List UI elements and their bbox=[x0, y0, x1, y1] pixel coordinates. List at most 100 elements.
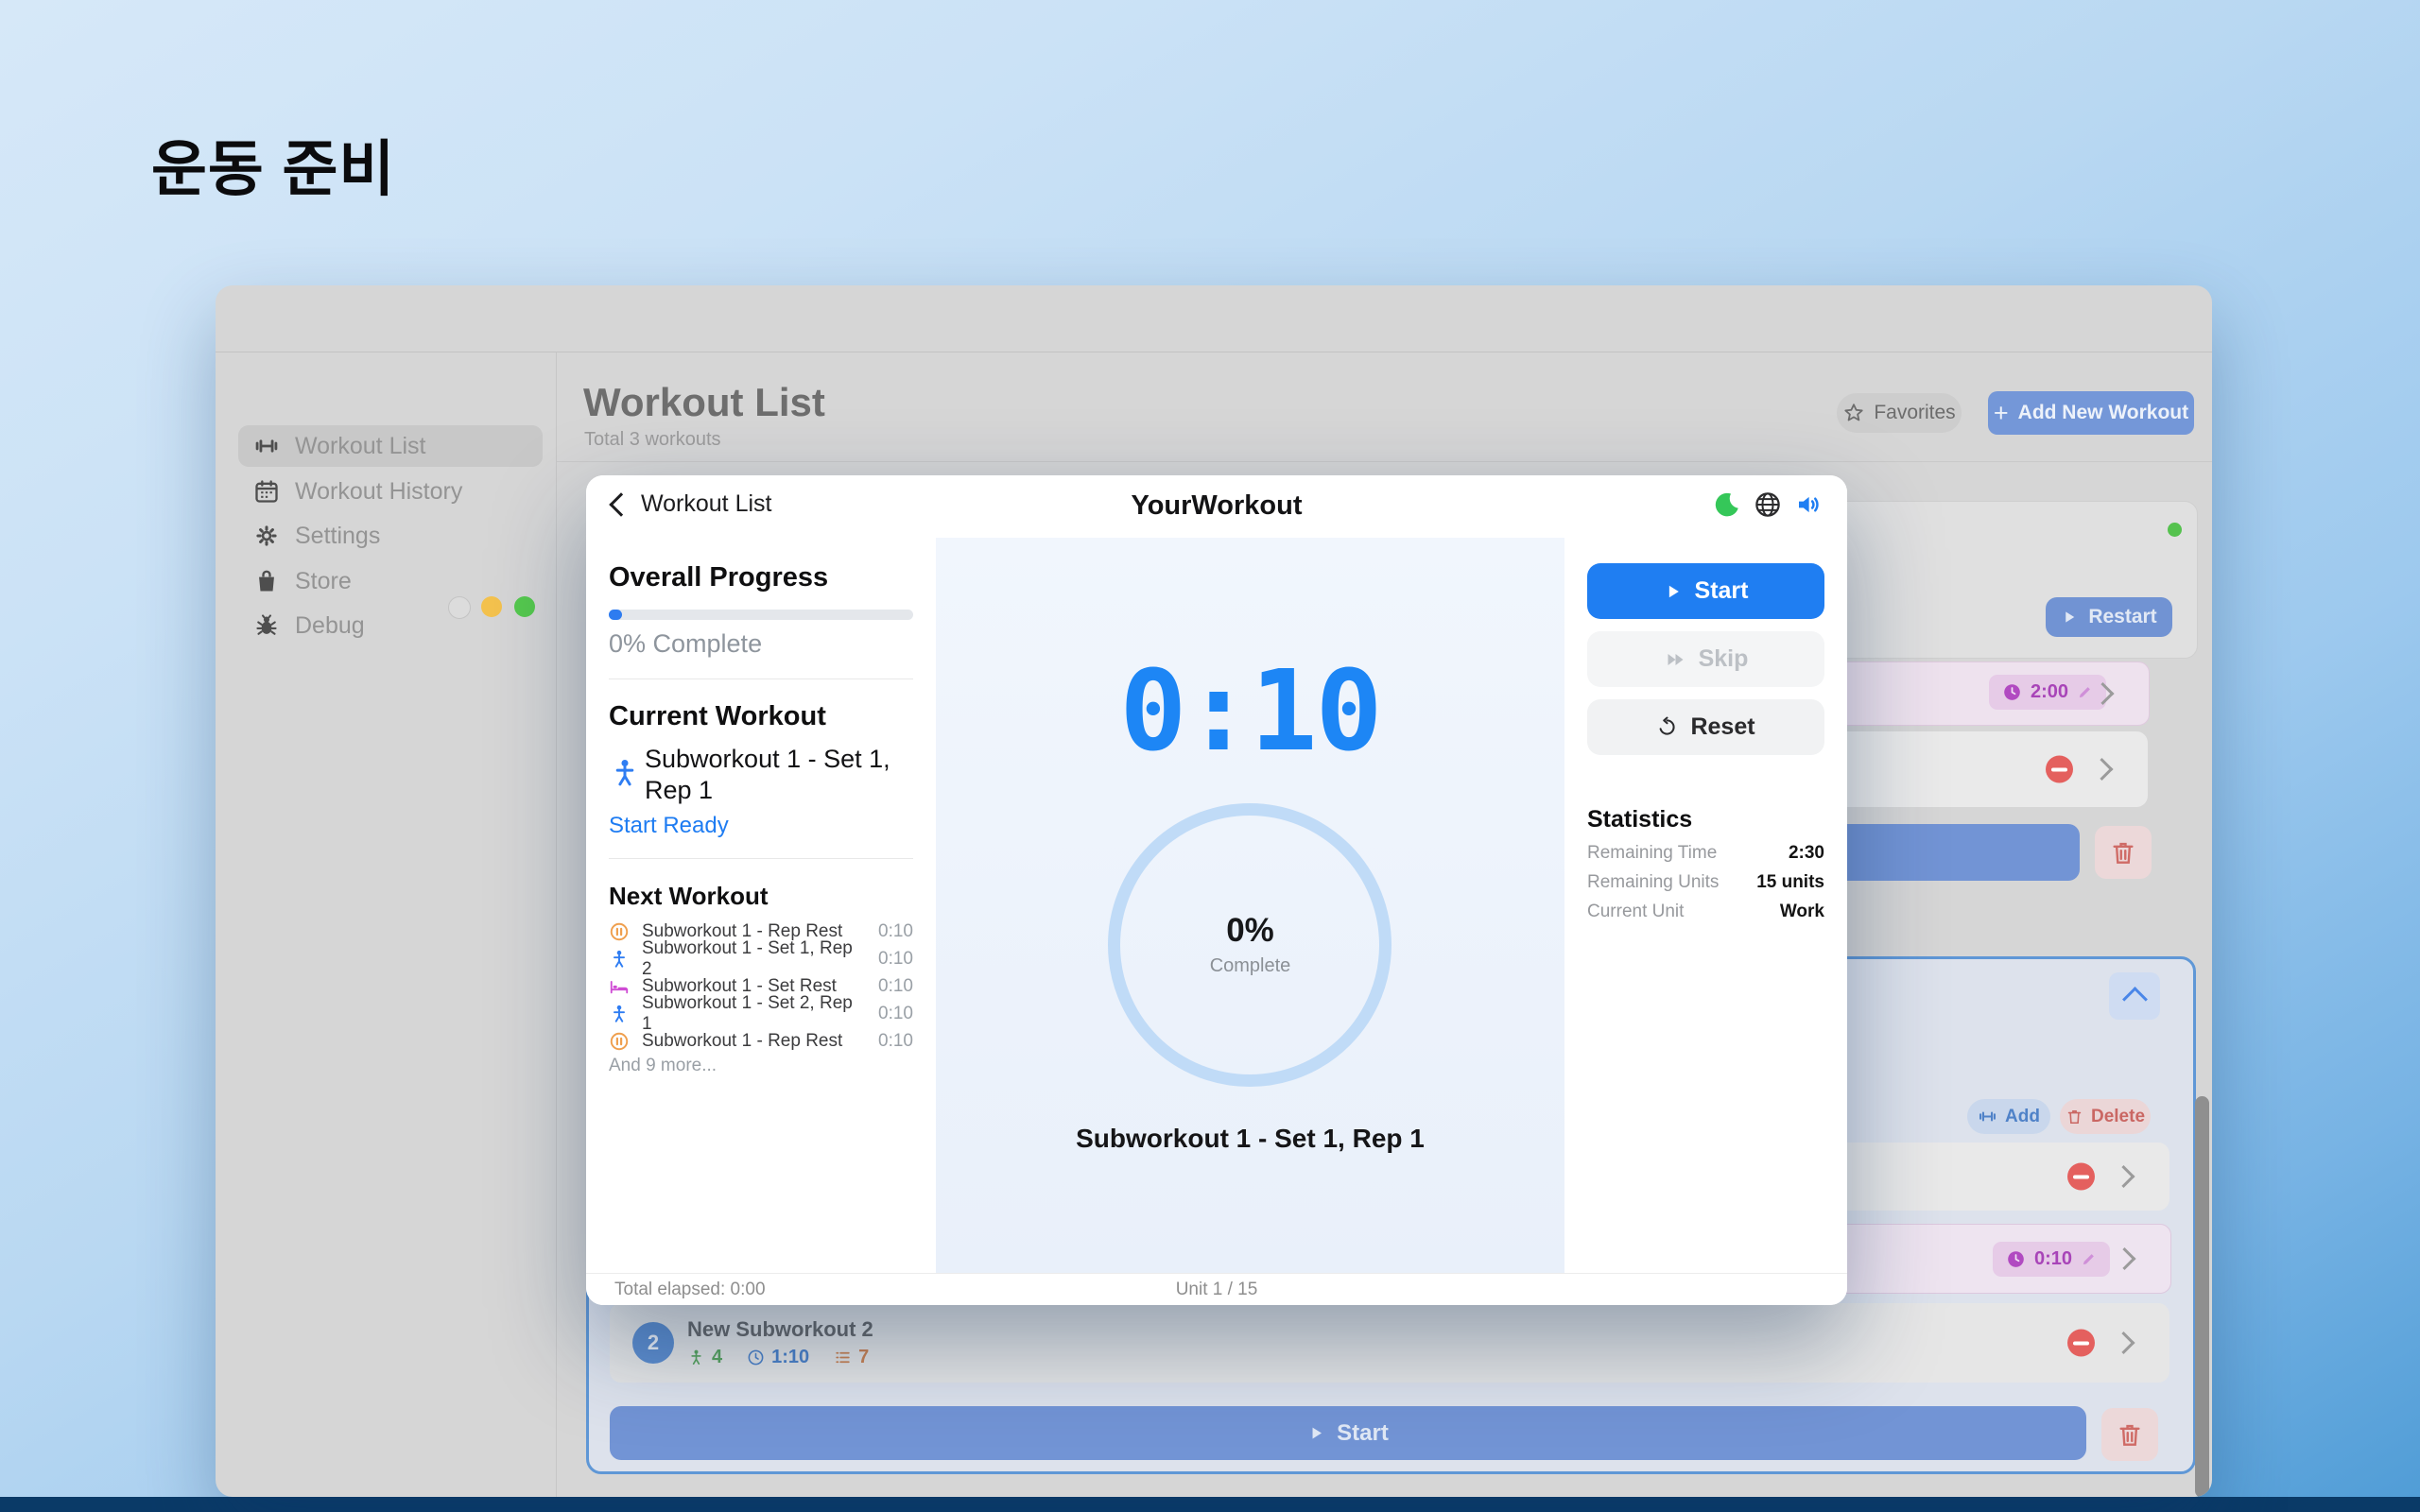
duration-badge[interactable]: 2:00 bbox=[1989, 675, 2106, 710]
sidebar-item-workout-list[interactable]: Workout List bbox=[253, 425, 537, 467]
star-icon bbox=[1842, 402, 1865, 424]
delete-subworkout-button[interactable]: Delete bbox=[2060, 1099, 2151, 1134]
more-items-label: And 9 more... bbox=[609, 1056, 717, 1076]
sound-speaker-icon[interactable] bbox=[1794, 490, 1823, 519]
sidebar-item-workout-history[interactable]: Workout History bbox=[253, 471, 537, 512]
restart-button[interactable]: Restart bbox=[2046, 597, 2172, 637]
pause-circle-icon bbox=[609, 1031, 630, 1052]
chevron-right-icon[interactable] bbox=[2091, 682, 2114, 705]
stat-row: Current Unit Work bbox=[1587, 897, 1824, 926]
favorites-label: Favorites bbox=[1874, 402, 1955, 424]
reset-button[interactable]: Reset bbox=[1587, 699, 1824, 755]
person-icon bbox=[609, 757, 641, 789]
duration-badge[interactable]: 0:10 bbox=[1993, 1242, 2110, 1277]
controls-panel: Start Skip Reset Statistics Remaining Ti… bbox=[1564, 538, 1847, 1273]
header-divider bbox=[557, 461, 2212, 462]
row-controls bbox=[2067, 1330, 2132, 1357]
next-workout-item: Subworkout 1 - Rep Rest 0:10 bbox=[609, 1027, 913, 1055]
sidebar-item-label: Debug bbox=[295, 612, 365, 640]
dumbbell-icon bbox=[1978, 1107, 1997, 1126]
reset-icon bbox=[1656, 716, 1678, 738]
row-controls bbox=[2046, 756, 2110, 783]
favorites-button[interactable]: Favorites bbox=[1837, 393, 1962, 433]
delete-button[interactable] bbox=[2101, 1408, 2158, 1461]
add-new-workout-button[interactable]: + Add New Workout bbox=[1988, 391, 2194, 435]
dialog-header: Workout List YourWorkout bbox=[586, 475, 1847, 539]
slide-title: 운동 준비 bbox=[151, 121, 395, 208]
dark-mode-moon-icon[interactable] bbox=[1713, 490, 1741, 519]
list-icon bbox=[834, 1349, 852, 1366]
stat-label: Current Unit bbox=[1587, 902, 1684, 922]
next-workout-time: 0:10 bbox=[878, 1004, 913, 1024]
chevron-right-icon[interactable] bbox=[2112, 1165, 2135, 1188]
current-workout-heading: Current Workout bbox=[609, 701, 826, 732]
add-label: Add bbox=[2005, 1107, 2040, 1127]
start-button[interactable]: Start bbox=[1587, 563, 1824, 619]
delete-button[interactable] bbox=[2095, 826, 2152, 879]
scrollbar[interactable] bbox=[2195, 1096, 2209, 1497]
play-icon bbox=[1664, 582, 1683, 601]
clock-icon bbox=[2002, 682, 2022, 702]
add-subworkout-button[interactable]: Add bbox=[1967, 1099, 2050, 1134]
chevron-up-icon bbox=[2122, 987, 2148, 1012]
stat-value: 15 units bbox=[1756, 872, 1824, 893]
stat-row: Remaining Units 15 units bbox=[1587, 868, 1824, 897]
statistics-rows: Remaining Time 2:30 Remaining Units 15 u… bbox=[1587, 838, 1824, 926]
play-icon bbox=[2061, 609, 2078, 626]
next-workout-time: 0:10 bbox=[878, 949, 913, 970]
duration-value: 1:10 bbox=[771, 1347, 809, 1368]
chevron-left-icon bbox=[609, 492, 632, 516]
statistics-heading: Statistics bbox=[1587, 806, 1692, 833]
plus-icon: + bbox=[1994, 401, 2009, 426]
next-workout-label: Subworkout 1 - Rep Rest bbox=[642, 1031, 866, 1052]
sidebar-item-label: Settings bbox=[295, 523, 380, 550]
sidebar-item-label: Workout History bbox=[295, 478, 462, 506]
row-controls bbox=[2067, 1163, 2132, 1191]
stat-row: Remaining Time 2:30 bbox=[1587, 838, 1824, 868]
skip-label: Skip bbox=[1699, 645, 1749, 673]
chevron-right-icon[interactable] bbox=[2113, 1247, 2135, 1270]
stat-value: Work bbox=[1780, 902, 1824, 922]
sidebar-item-settings[interactable]: Settings bbox=[253, 515, 537, 557]
sidebar-item-label: Store bbox=[295, 568, 352, 595]
trash-icon bbox=[2109, 838, 2137, 867]
stat-label: Remaining Units bbox=[1587, 872, 1719, 893]
reset-label: Reset bbox=[1690, 713, 1754, 741]
sidebar-item-store[interactable]: Store bbox=[253, 560, 537, 602]
language-globe-icon[interactable] bbox=[1754, 490, 1782, 519]
pause-circle-icon bbox=[609, 921, 630, 942]
next-workout-time: 0:10 bbox=[878, 1031, 913, 1052]
page-subtitle: Total 3 workouts bbox=[584, 429, 721, 451]
remove-icon[interactable] bbox=[2046, 756, 2073, 783]
pencil-icon bbox=[2081, 1251, 2097, 1267]
trash-icon bbox=[2116, 1420, 2144, 1449]
collapse-button[interactable] bbox=[2109, 972, 2160, 1020]
subworkout-stats: 4 1:10 7 bbox=[687, 1347, 869, 1368]
subworkout-row[interactable]: 2 New Subworkout 2 4 1:10 7 bbox=[610, 1303, 2169, 1383]
skip-button[interactable]: Skip bbox=[1587, 631, 1824, 687]
chevron-right-icon[interactable] bbox=[2112, 1332, 2135, 1354]
next-workout-time: 0:10 bbox=[878, 976, 913, 997]
dialog-body: Overall Progress 0% Complete Current Wor… bbox=[586, 538, 1847, 1273]
next-workout-list: Subworkout 1 - Rep Rest 0:10 Subworkout … bbox=[609, 918, 913, 1055]
restart-label: Restart bbox=[2088, 606, 2156, 628]
person-icon bbox=[609, 949, 630, 970]
background-bottom-strip bbox=[0, 1497, 2420, 1512]
calendar-icon bbox=[253, 478, 280, 505]
remove-icon[interactable] bbox=[2067, 1163, 2095, 1191]
next-workout-item: Subworkout 1 - Set 1, Rep 2 0:10 bbox=[609, 945, 913, 972]
remove-icon[interactable] bbox=[2067, 1330, 2095, 1357]
sidebar-item-debug[interactable]: Debug bbox=[253, 605, 537, 646]
dialog-title: YourWorkout bbox=[1132, 490, 1303, 522]
start-workout-button[interactable]: Start bbox=[610, 1406, 2086, 1460]
row-controls bbox=[2117, 1251, 2133, 1267]
timer-display: 0:10 bbox=[936, 655, 1564, 766]
unit-progress-label: Unit 1 / 15 bbox=[1176, 1280, 1258, 1300]
next-workout-time: 0:10 bbox=[878, 921, 913, 942]
window-titlebar[interactable]: WorkoutTimerPro Max bbox=[216, 285, 2212, 352]
start-label: Start bbox=[1695, 577, 1749, 605]
start-ready-status[interactable]: Start Ready bbox=[609, 813, 729, 839]
back-button[interactable]: Workout List bbox=[613, 490, 771, 518]
briefcase-icon bbox=[253, 568, 280, 594]
chevron-right-icon[interactable] bbox=[2090, 758, 2113, 781]
